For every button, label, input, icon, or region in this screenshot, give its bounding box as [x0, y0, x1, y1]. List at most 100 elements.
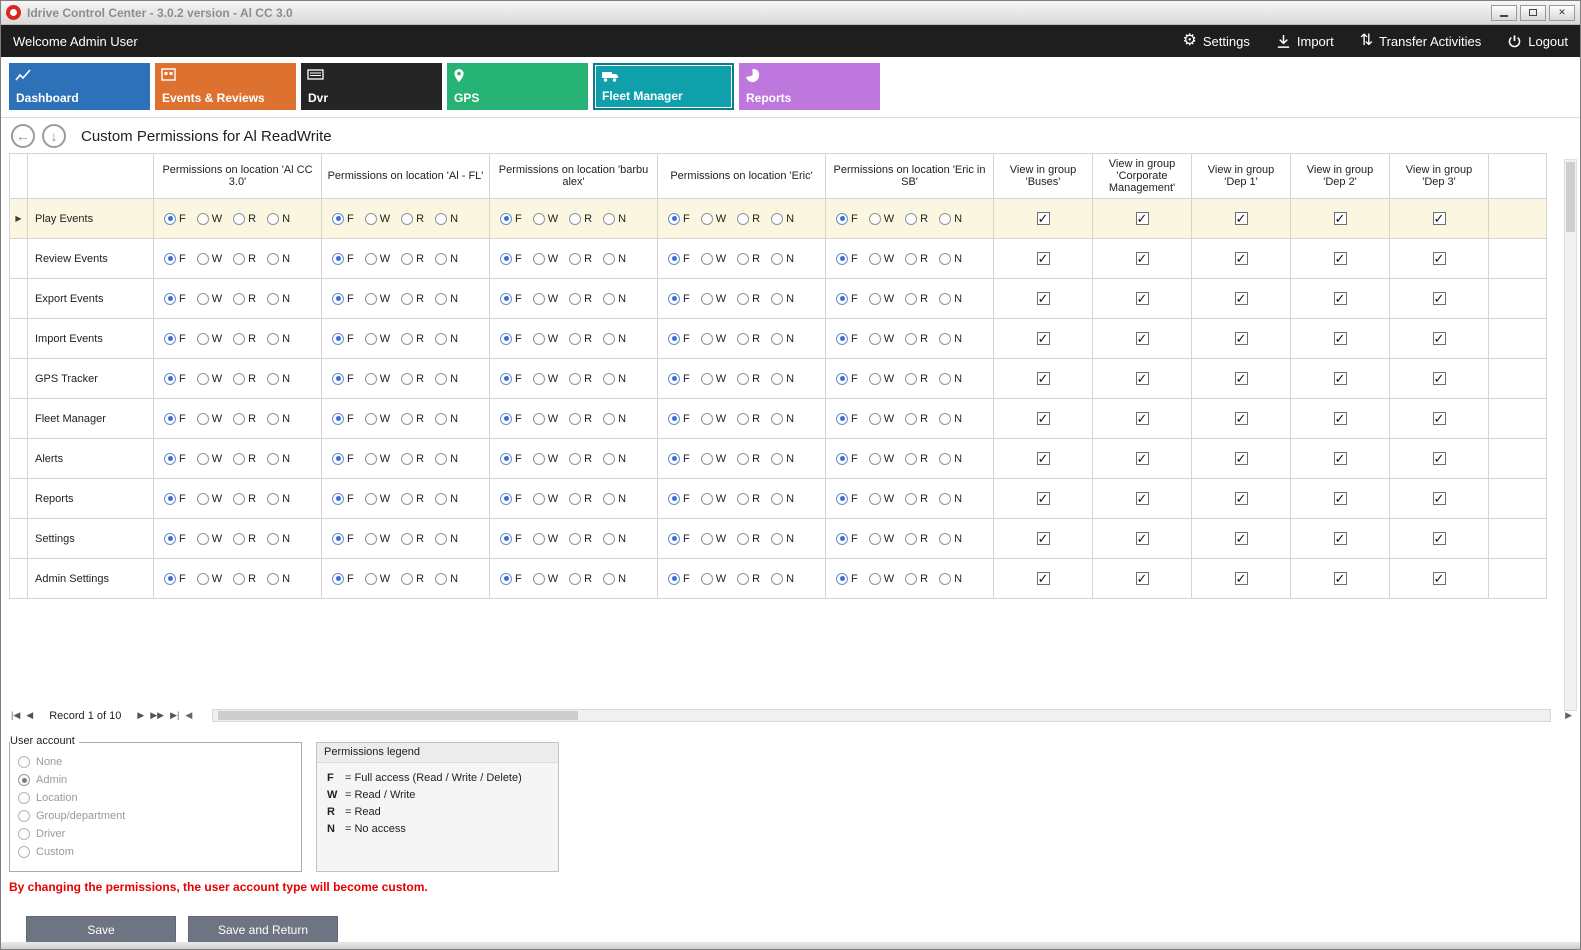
- permission-radio-R[interactable]: R: [233, 493, 256, 505]
- permission-radio-N[interactable]: N: [939, 533, 962, 545]
- permission-radio-W[interactable]: W: [869, 413, 894, 425]
- permission-radio-N[interactable]: N: [771, 413, 794, 425]
- permission-radio-F[interactable]: F: [668, 213, 690, 225]
- permission-radio-F[interactable]: F: [164, 333, 186, 345]
- permission-radio-R[interactable]: R: [569, 213, 592, 225]
- group-checkbox[interactable]: ✓: [1136, 492, 1149, 505]
- permission-radio-N[interactable]: N: [603, 253, 626, 265]
- permission-radio-N[interactable]: N: [435, 453, 458, 465]
- permission-radio-W[interactable]: W: [365, 213, 390, 225]
- group-checkbox[interactable]: ✓: [1334, 252, 1347, 265]
- permission-radio-F[interactable]: F: [668, 573, 690, 585]
- permission-radio-N[interactable]: N: [267, 413, 290, 425]
- permission-radio-W[interactable]: W: [701, 573, 726, 585]
- permission-radio-W[interactable]: W: [365, 413, 390, 425]
- permission-radio-W[interactable]: W: [869, 293, 894, 305]
- permission-radio-W[interactable]: W: [701, 333, 726, 345]
- permission-radio-W[interactable]: W: [197, 253, 222, 265]
- transfer-activities-button[interactable]: ⇅ Transfer Activities: [1360, 33, 1482, 49]
- permission-radio-F[interactable]: F: [500, 413, 522, 425]
- logout-button[interactable]: Logout: [1507, 34, 1568, 49]
- permission-radio-W[interactable]: W: [533, 493, 558, 505]
- scroll-down-button[interactable]: ↓: [42, 124, 66, 148]
- permission-radio-F[interactable]: F: [500, 493, 522, 505]
- permission-radio-W[interactable]: W: [197, 493, 222, 505]
- permission-radio-R[interactable]: R: [233, 413, 256, 425]
- permission-radio-F[interactable]: F: [836, 533, 858, 545]
- permission-radio-N[interactable]: N: [771, 453, 794, 465]
- permission-radio-N[interactable]: N: [939, 213, 962, 225]
- group-checkbox[interactable]: ✓: [1433, 412, 1446, 425]
- permission-radio-W[interactable]: W: [869, 333, 894, 345]
- permission-radio-W[interactable]: W: [869, 573, 894, 585]
- permission-radio-F[interactable]: F: [668, 493, 690, 505]
- permission-radio-R[interactable]: R: [737, 293, 760, 305]
- group-checkbox[interactable]: ✓: [1433, 212, 1446, 225]
- permission-radio-N[interactable]: N: [267, 533, 290, 545]
- permission-radio-W[interactable]: W: [365, 293, 390, 305]
- permission-radio-F[interactable]: F: [332, 213, 354, 225]
- permission-radio-F[interactable]: F: [332, 453, 354, 465]
- permission-radio-F[interactable]: F: [836, 213, 858, 225]
- group-checkbox[interactable]: ✓: [1235, 452, 1248, 465]
- permission-radio-R[interactable]: R: [737, 253, 760, 265]
- permission-radio-W[interactable]: W: [365, 533, 390, 545]
- permission-radio-F[interactable]: F: [668, 333, 690, 345]
- permission-radio-W[interactable]: W: [533, 293, 558, 305]
- permission-radio-F[interactable]: F: [164, 573, 186, 585]
- save-and-return-button[interactable]: Save and Return: [188, 916, 338, 943]
- permission-radio-R[interactable]: R: [737, 213, 760, 225]
- back-button[interactable]: ←: [11, 124, 35, 148]
- account-radio-admin[interactable]: Admin: [18, 771, 293, 789]
- permission-radio-R[interactable]: R: [569, 373, 592, 385]
- permission-radio-F[interactable]: F: [164, 293, 186, 305]
- group-checkbox[interactable]: ✓: [1334, 412, 1347, 425]
- group-checkbox[interactable]: ✓: [1136, 532, 1149, 545]
- horizontal-scrollbar[interactable]: [212, 709, 1551, 722]
- permission-radio-R[interactable]: R: [905, 373, 928, 385]
- permission-radio-F[interactable]: F: [836, 573, 858, 585]
- permission-radio-N[interactable]: N: [603, 213, 626, 225]
- permission-radio-F[interactable]: F: [668, 293, 690, 305]
- permission-radio-N[interactable]: N: [267, 373, 290, 385]
- permission-radio-N[interactable]: N: [939, 413, 962, 425]
- permission-radio-F[interactable]: F: [164, 373, 186, 385]
- permission-radio-N[interactable]: N: [939, 493, 962, 505]
- permission-radio-W[interactable]: W: [869, 493, 894, 505]
- permission-radio-N[interactable]: N: [603, 413, 626, 425]
- group-checkbox[interactable]: ✓: [1433, 292, 1446, 305]
- permission-radio-N[interactable]: N: [435, 413, 458, 425]
- permission-radio-N[interactable]: N: [267, 253, 290, 265]
- permission-radio-F[interactable]: F: [668, 413, 690, 425]
- account-radio-location[interactable]: Location: [18, 789, 293, 807]
- permission-radio-R[interactable]: R: [401, 533, 424, 545]
- tab-fleet-manager[interactable]: Fleet Manager: [593, 63, 734, 110]
- permission-radio-N[interactable]: N: [771, 493, 794, 505]
- permission-radio-F[interactable]: F: [332, 493, 354, 505]
- permission-radio-N[interactable]: N: [603, 453, 626, 465]
- permission-radio-N[interactable]: N: [435, 573, 458, 585]
- group-checkbox[interactable]: ✓: [1235, 492, 1248, 505]
- group-checkbox[interactable]: ✓: [1136, 452, 1149, 465]
- group-checkbox[interactable]: ✓: [1433, 452, 1446, 465]
- permission-radio-R[interactable]: R: [569, 453, 592, 465]
- permission-radio-W[interactable]: W: [197, 213, 222, 225]
- permission-radio-W[interactable]: W: [701, 453, 726, 465]
- permission-radio-N[interactable]: N: [939, 573, 962, 585]
- permission-radio-R[interactable]: R: [401, 293, 424, 305]
- permission-radio-R[interactable]: R: [233, 573, 256, 585]
- permission-radio-R[interactable]: R: [233, 373, 256, 385]
- group-checkbox[interactable]: ✓: [1235, 252, 1248, 265]
- permission-radio-N[interactable]: N: [603, 573, 626, 585]
- permission-radio-F[interactable]: F: [164, 493, 186, 505]
- minimize-button[interactable]: [1491, 5, 1517, 21]
- permission-radio-R[interactable]: R: [905, 293, 928, 305]
- permission-radio-R[interactable]: R: [569, 573, 592, 585]
- group-checkbox[interactable]: ✓: [1037, 372, 1050, 385]
- permission-radio-N[interactable]: N: [435, 213, 458, 225]
- permission-radio-F[interactable]: F: [668, 533, 690, 545]
- permission-radio-R[interactable]: R: [737, 453, 760, 465]
- permission-radio-N[interactable]: N: [603, 293, 626, 305]
- permission-radio-N[interactable]: N: [939, 453, 962, 465]
- permission-radio-W[interactable]: W: [365, 333, 390, 345]
